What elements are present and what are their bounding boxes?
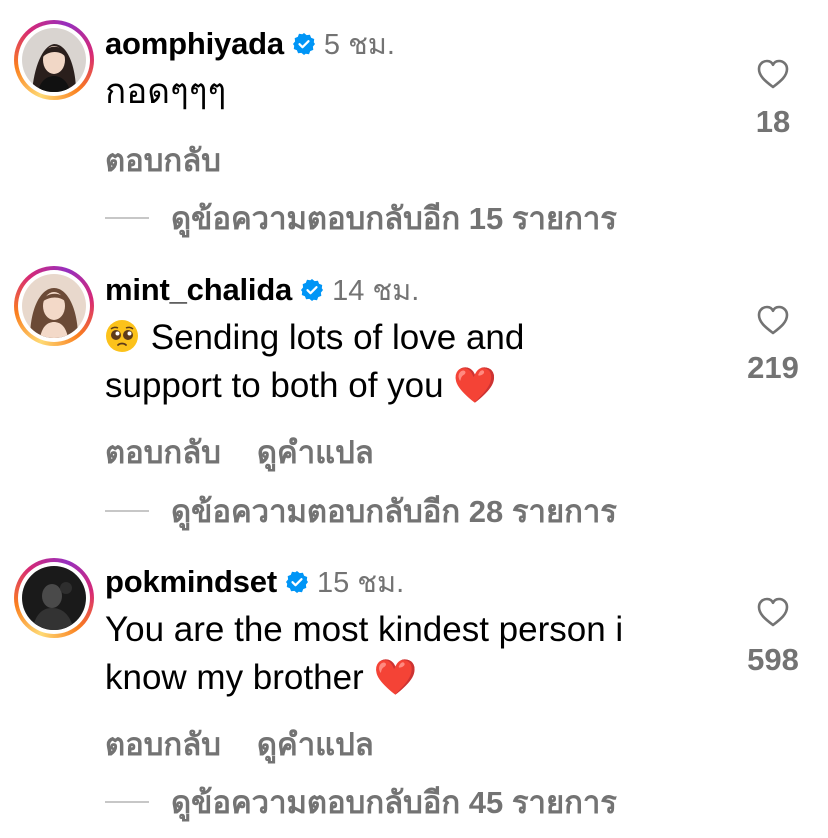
comment-actions: ตอบกลับ <box>105 140 221 180</box>
view-replies-button[interactable]: ดูข้อความตอบกลับอีก 45 รายการ <box>105 782 617 822</box>
see-translation-button[interactable]: ดูคำแปล <box>257 719 374 769</box>
timestamp: 14 ชม. <box>332 275 420 307</box>
comment-body: You are the most kindest person i know m… <box>105 610 624 697</box>
view-replies-button[interactable]: ดูข้อความตอบกลับอีก 15 รายการ <box>105 198 617 238</box>
like-control: 219 <box>738 304 808 386</box>
heart-outline-icon[interactable] <box>756 304 790 336</box>
comment-text: You are the most kindest person i know m… <box>105 606 705 702</box>
timestamp: 5 ชม. <box>323 29 395 61</box>
comment-actions: ตอบกลับ ดูคำแปล <box>105 724 374 764</box>
heart-outline-icon[interactable] <box>756 596 790 628</box>
verified-badge-icon <box>285 571 308 593</box>
comment-text: กอดๆๆๆ <box>105 68 705 116</box>
view-replies-label: ดูข้อความตอบกลับอีก 45 รายการ <box>171 785 617 820</box>
heart-outline-icon[interactable] <box>756 58 790 90</box>
like-control: 598 <box>738 596 808 678</box>
red-heart-emoji: ❤️ <box>453 366 497 405</box>
story-ring[interactable] <box>14 20 94 100</box>
username[interactable]: aomphiyada <box>105 26 284 62</box>
username[interactable]: pokmindset <box>105 564 277 600</box>
reply-button[interactable]: ตอบกลับ <box>105 427 221 477</box>
verified-badge-icon <box>292 33 315 55</box>
timestamp: 15 ชม. <box>316 567 405 599</box>
see-translation-button[interactable]: ดูคำแปล <box>257 427 374 477</box>
comment-text: Sending lots of love and support to both… <box>105 314 705 410</box>
avatar[interactable] <box>22 274 86 338</box>
like-count: 18 <box>755 104 791 139</box>
reply-divider <box>105 510 149 512</box>
comment-body: กอดๆๆๆ <box>105 72 227 111</box>
like-control: 18 <box>738 58 808 140</box>
view-replies-label: ดูข้อความตอบกลับอีก 15 รายการ <box>171 201 617 236</box>
red-heart-emoji: ❤️ <box>373 658 418 697</box>
verified-badge-icon <box>301 279 324 301</box>
reply-divider <box>105 217 149 219</box>
avatar[interactable] <box>22 566 86 630</box>
story-ring[interactable] <box>14 558 94 638</box>
reply-divider <box>105 801 149 803</box>
reply-button[interactable]: ตอบกลับ <box>105 719 221 769</box>
reply-button[interactable]: ตอบกลับ <box>105 135 221 185</box>
story-ring[interactable] <box>14 266 94 346</box>
username[interactable]: mint_chalida <box>105 272 292 308</box>
pleading-face-emoji-icon <box>106 320 138 352</box>
like-count: 598 <box>747 642 799 677</box>
comment-actions: ตอบกลับ ดูคำแปล <box>105 432 374 472</box>
avatar[interactable] <box>22 28 86 92</box>
view-replies-label: ดูข้อความตอบกลับอีก 28 รายการ <box>171 494 617 529</box>
like-count: 219 <box>747 350 799 385</box>
view-replies-button[interactable]: ดูข้อความตอบกลับอีก 28 รายการ <box>105 491 617 531</box>
